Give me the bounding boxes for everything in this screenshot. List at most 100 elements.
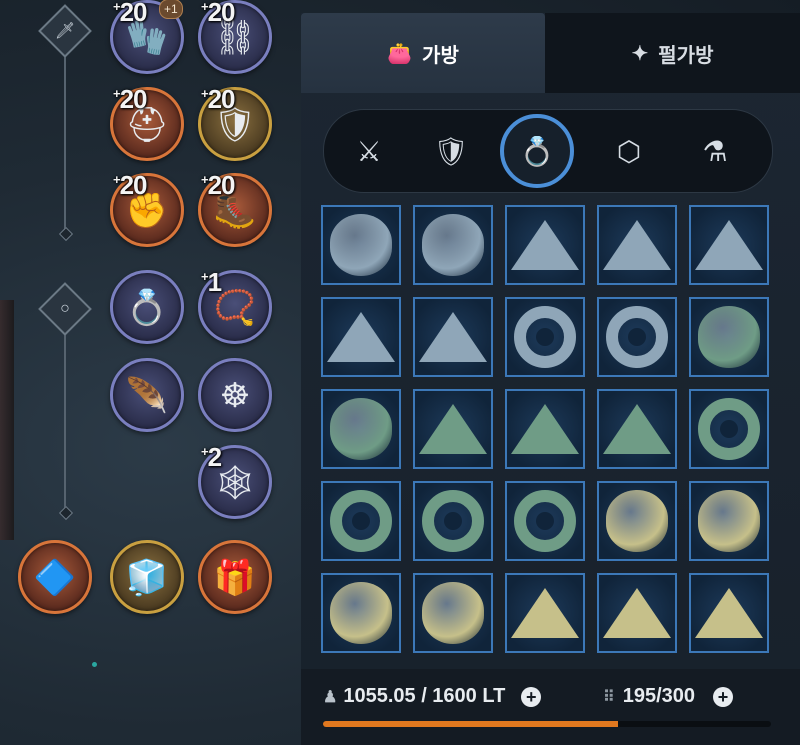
- pyramid-green-stone: [511, 404, 579, 454]
- inventory-slot[interactable]: [505, 205, 585, 285]
- oval-yellow-stone: [330, 582, 392, 644]
- artifact-slot-2[interactable]: 🧊: [110, 540, 184, 614]
- earring-slot[interactable]: 🪶: [110, 358, 184, 432]
- tab-pearl-bag[interactable]: ✦ 펄가방: [545, 13, 800, 93]
- inventory-slot[interactable]: [413, 297, 493, 377]
- gloves-slot[interactable]: 🧤 +20 +1: [110, 0, 184, 74]
- ring-slot[interactable]: 💍: [110, 270, 184, 344]
- inventory-slot[interactable]: [689, 205, 769, 285]
- inventory-slot[interactable]: [321, 205, 401, 285]
- inventory-slot[interactable]: [505, 297, 585, 377]
- ring-green-stone: [422, 490, 484, 552]
- boots-slot[interactable]: 🥾 +20: [198, 170, 272, 247]
- oval-blue-stone: [330, 214, 392, 276]
- belt-accessory-slot[interactable]: 🕸 +2: [198, 442, 272, 519]
- necklace-slot[interactable]: 📿 +1: [198, 267, 272, 344]
- item-art: 🧊: [125, 559, 169, 598]
- artifact-slot-3[interactable]: 🎁: [198, 540, 272, 614]
- gem-filter[interactable]: ⬡: [600, 122, 658, 180]
- crystal-icon: ⬡: [616, 135, 642, 167]
- category-filter-bar: ⚔ 🛡 💍 ⬡ ⚗: [323, 109, 773, 193]
- inventory-slot[interactable]: [321, 297, 401, 377]
- inventory-slot[interactable]: [321, 481, 401, 561]
- oval-blue-stone: [422, 214, 484, 276]
- glow-dot: [92, 662, 97, 667]
- weight-icon: ♟: [323, 688, 338, 706]
- accessory-category-icon: ○: [38, 282, 92, 336]
- oval-green-stone: [698, 306, 760, 368]
- inventory-slot[interactable]: [413, 481, 493, 561]
- consumable-filter[interactable]: ⚗: [686, 122, 744, 180]
- weapon-filter[interactable]: ⚔: [340, 122, 398, 180]
- oval-yellow-stone: [698, 490, 760, 552]
- pyramid-blue-stone: [511, 220, 579, 270]
- inventory-slot[interactable]: [597, 297, 677, 377]
- inventory-slot[interactable]: [321, 573, 401, 653]
- oval-yellow-stone: [606, 490, 668, 552]
- weight-bar-fill: [323, 721, 619, 727]
- inventory-slot[interactable]: [597, 481, 677, 561]
- ring-blue-stone: [606, 306, 668, 368]
- pyramid-green-stone: [419, 404, 487, 454]
- expand-slots-button[interactable]: +: [713, 686, 734, 707]
- pyramid-green-stone: [603, 404, 671, 454]
- pyramid-yellow-stone: [511, 588, 579, 638]
- potion-icon: ⚗: [702, 135, 728, 167]
- inventory-slot[interactable]: [505, 573, 585, 653]
- inventory-slot[interactable]: [413, 389, 493, 469]
- helmet-slot[interactable]: ⛑ +20: [110, 84, 184, 161]
- ring-green-stone: [330, 490, 392, 552]
- character-edge: [0, 300, 14, 540]
- inventory-panel: 👛 가방 ✦ 펄가방 ⚔ 🛡 💍 ⬡ ⚗ ♟ 1055.05 / 1600 LT + ⠿…: [301, 13, 800, 745]
- belt-slot[interactable]: ⛓ +20: [198, 0, 272, 74]
- inventory-slot[interactable]: [321, 389, 401, 469]
- pyramid-blue-stone: [695, 220, 763, 270]
- brooch-slot[interactable]: ☸: [198, 358, 272, 432]
- ring-green-stone: [698, 398, 760, 460]
- ring-blue-stone: [514, 306, 576, 368]
- gauntlet-slot[interactable]: ✊ +20: [110, 170, 184, 247]
- tab-pearl-bag-label: 펄가방: [658, 44, 714, 67]
- item-art: ☸: [219, 377, 251, 416]
- accessory-filter[interactable]: 💍: [500, 114, 574, 188]
- armor-slot[interactable]: 🛡 +20: [198, 84, 272, 161]
- slot-count-text: 195/300: [622, 685, 696, 707]
- enhance-level: +1: [201, 267, 222, 297]
- weight-text: 1055.05 / 1600 LT: [343, 685, 506, 707]
- inventory-slot[interactable]: [689, 389, 769, 469]
- pyramid-blue-stone: [327, 312, 395, 362]
- inventory-slot[interactable]: [413, 573, 493, 653]
- enhance-level: +20: [113, 0, 148, 27]
- pyramid-blue-stone: [419, 312, 487, 362]
- item-art: 💍: [125, 289, 169, 328]
- inventory-slot[interactable]: [597, 389, 677, 469]
- weight-display: ♟ 1055.05 / 1600 LT +: [323, 685, 542, 708]
- bag-icon: 👛: [387, 42, 413, 65]
- artifact-slot-1[interactable]: 🔷: [18, 540, 92, 614]
- crossed-swords-icon: ⚔: [356, 135, 382, 167]
- pearl-icon: ✦: [631, 42, 649, 65]
- enhance-level: +20: [201, 84, 236, 114]
- inventory-slot[interactable]: [597, 205, 677, 285]
- armor-filter[interactable]: 🛡: [422, 122, 480, 180]
- inventory-slot[interactable]: [689, 297, 769, 377]
- grid-icon: ⠿: [603, 688, 615, 706]
- expand-weight-button[interactable]: +: [521, 686, 542, 707]
- pyramid-yellow-stone: [603, 588, 671, 638]
- accessory-connector-line: [64, 328, 66, 513]
- inventory-slot[interactable]: [413, 205, 493, 285]
- inventory-slot[interactable]: [505, 481, 585, 561]
- inventory-slot[interactable]: [505, 389, 585, 469]
- tab-bag[interactable]: 👛 가방: [301, 13, 545, 93]
- enhance-level: +20: [201, 170, 236, 200]
- inventory-slot[interactable]: [689, 573, 769, 653]
- oval-green-stone: [330, 398, 392, 460]
- ring-green-stone: [514, 490, 576, 552]
- weight-bar: [323, 721, 771, 727]
- inventory-slot[interactable]: [597, 573, 677, 653]
- enhance-level: +20: [113, 170, 148, 200]
- inventory-slot[interactable]: [689, 481, 769, 561]
- armor-icon: 🛡: [433, 135, 469, 167]
- pyramid-blue-stone: [603, 220, 671, 270]
- tab-bag-label: 가방: [422, 44, 459, 67]
